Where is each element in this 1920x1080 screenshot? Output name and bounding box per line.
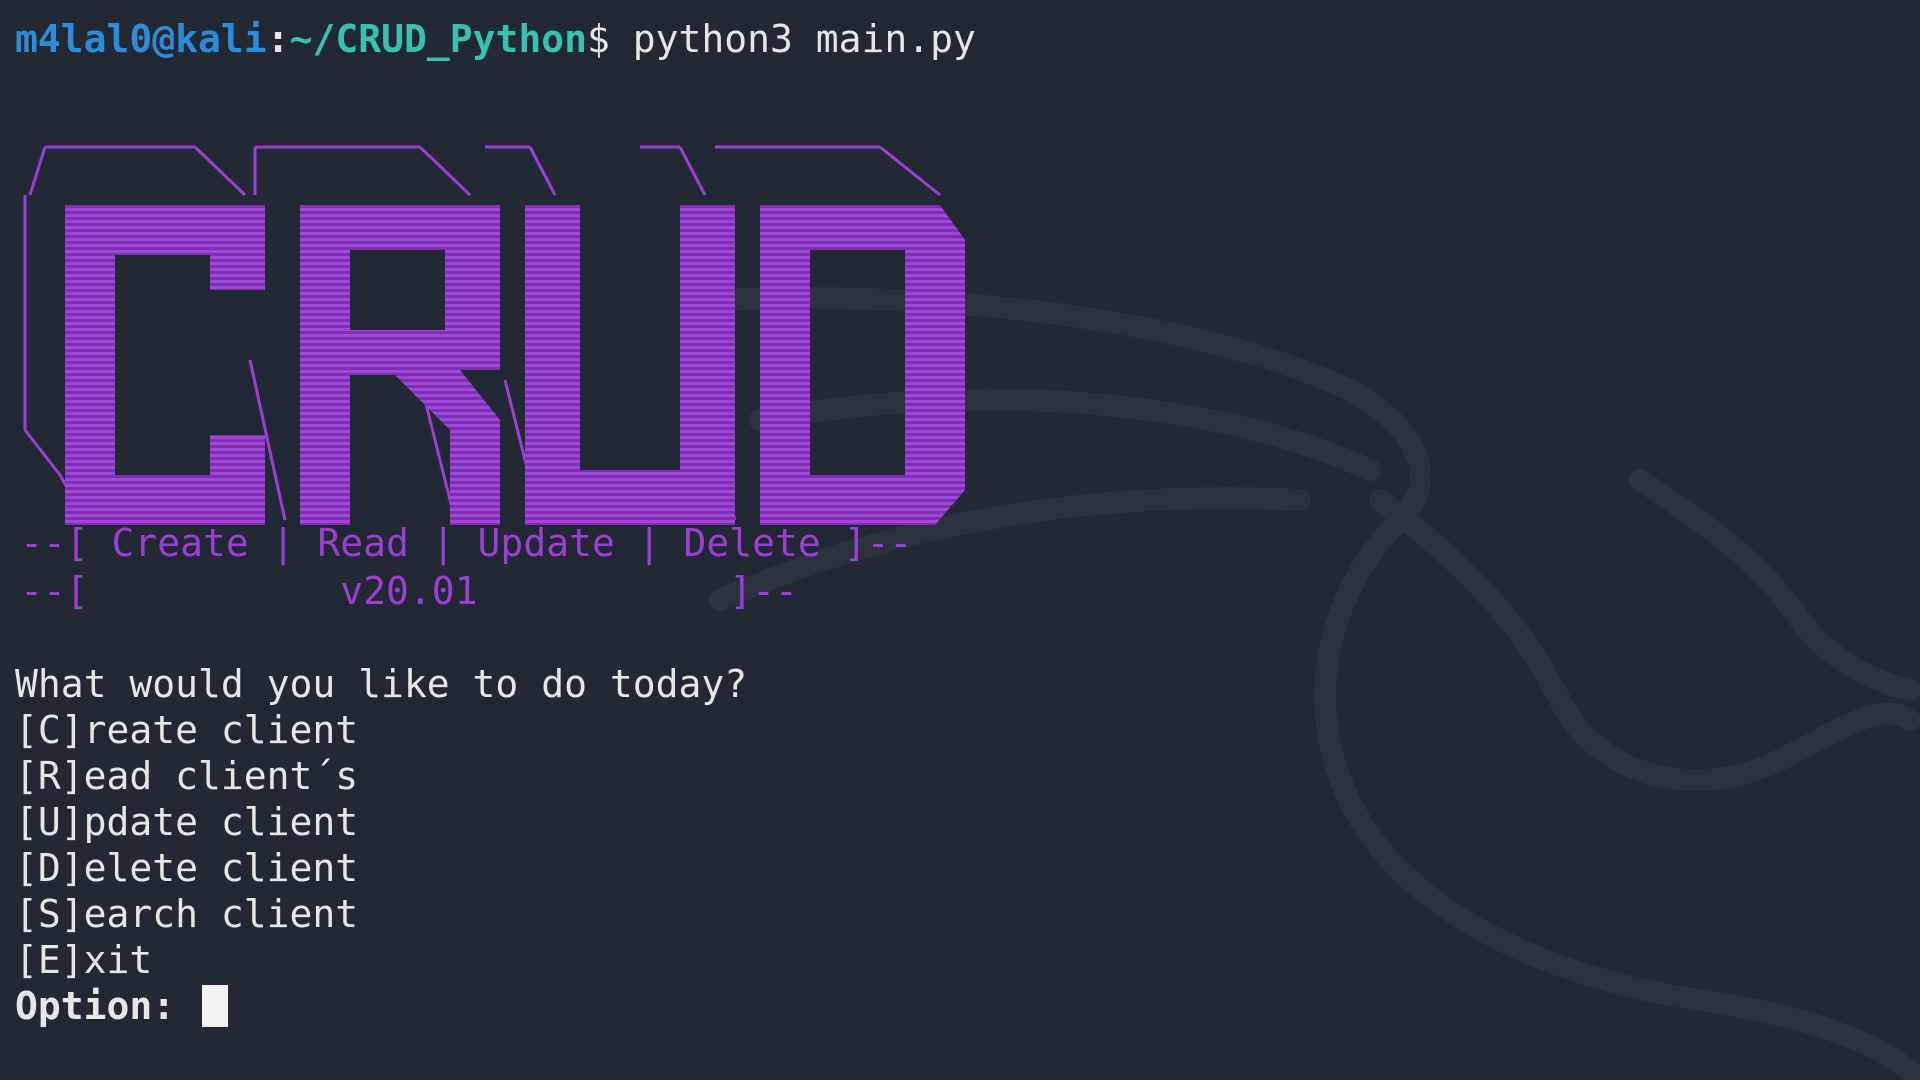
menu-question: What would you like to do today? [15, 662, 748, 706]
menu-option-delete: [D]elete client [15, 846, 359, 890]
logo-letter-u [525, 205, 735, 525]
menu-option-exit: [E]xit [15, 938, 153, 982]
terminal-window[interactable]: m4lal0@kali:~/CRUD_Python$ python3 main.… [0, 0, 1920, 1080]
prompt-line: m4lal0@kali:~/CRUD_Python$ python3 main.… [15, 16, 976, 62]
prompt-dollar: $ [586, 17, 610, 61]
prompt-user-host: m4lal0@kali [15, 17, 267, 61]
block-cursor-icon[interactable] [202, 985, 229, 1027]
prompt-path: ~/CRUD_Python [289, 17, 587, 61]
banner-version: --[ v20.01 ]-- [20, 569, 798, 613]
menu-option-search: [S]earch client [15, 892, 359, 936]
menu-option-read: [R]ead client´s [15, 754, 359, 798]
logo-letter-r [300, 205, 500, 525]
banner-subtitle: --[ Create | Read | Update | Delete ]-- [20, 521, 913, 565]
logo-letter-d [760, 205, 965, 525]
option-label: Option: [15, 984, 176, 1028]
menu-option-update: [U]pdate client [15, 800, 359, 844]
prompt-separator: : [266, 17, 290, 61]
logo-letter-c [65, 205, 265, 525]
command-text: python3 main.py [632, 17, 976, 61]
option-input-line[interactable]: Option: [15, 983, 229, 1029]
crud-logo [23, 145, 965, 525]
menu-option-create: [C]reate client [15, 708, 359, 752]
